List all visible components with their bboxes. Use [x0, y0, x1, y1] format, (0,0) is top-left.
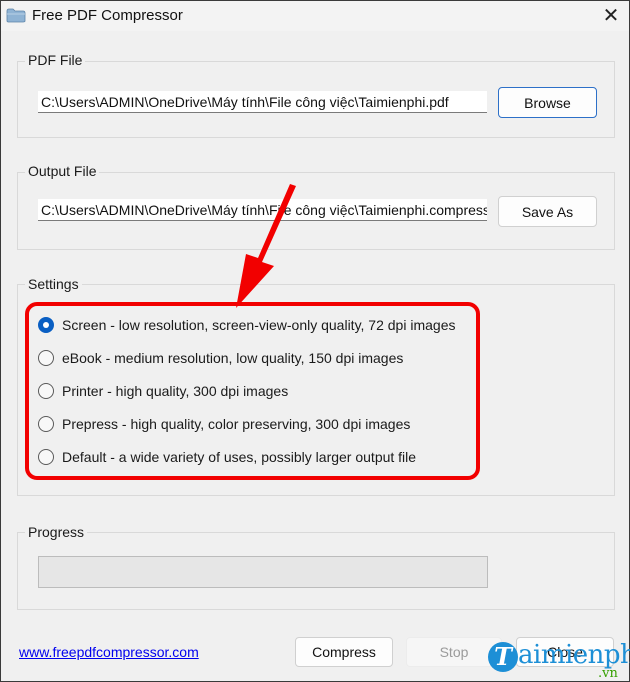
radio-button-icon[interactable]: [38, 383, 54, 399]
radio-button-checked-icon[interactable]: [38, 317, 54, 333]
radio-button-icon[interactable]: [38, 416, 54, 432]
browse-button[interactable]: Browse: [498, 87, 597, 118]
compress-button[interactable]: Compress: [295, 637, 393, 667]
save-as-button[interactable]: Save As: [498, 196, 597, 227]
pdf-file-group-label: PDF File: [25, 52, 86, 68]
settings-group-label: Settings: [25, 276, 82, 292]
radio-label: eBook - medium resolution, low quality, …: [62, 350, 404, 366]
radio-option-default[interactable]: Default - a wide variety of uses, possib…: [38, 446, 416, 468]
radio-label: Screen - low resolution, screen-view-onl…: [62, 317, 456, 333]
radio-option-prepress[interactable]: Prepress - high quality, color preservin…: [38, 413, 410, 435]
radio-label: Prepress - high quality, color preservin…: [62, 416, 411, 432]
website-link[interactable]: www.freepdfcompressor.com: [19, 644, 199, 660]
app-window: Free PDF Compressor ✕ PDF File C:\Users\…: [0, 0, 630, 682]
folder-icon: [6, 8, 26, 23]
pdf-file-input[interactable]: C:\Users\ADMIN\OneDrive\Máy tính\File cô…: [38, 91, 487, 113]
radio-label: Default - a wide variety of uses, possib…: [62, 449, 417, 465]
progress-bar: [38, 556, 488, 588]
radio-button-icon[interactable]: [38, 449, 54, 465]
close-window-button[interactable]: ✕: [599, 4, 623, 28]
title-bar: Free PDF Compressor ✕: [1, 1, 629, 31]
radio-option-printer[interactable]: Printer - high quality, 300 dpi images: [38, 380, 288, 402]
output-file-input[interactable]: C:\Users\ADMIN\OneDrive\Máy tính\File cô…: [38, 199, 487, 221]
progress-group-label: Progress: [25, 524, 88, 540]
radio-label: Printer - high quality, 300 dpi images: [62, 383, 289, 399]
stop-button[interactable]: Stop: [406, 637, 502, 667]
radio-option-screen[interactable]: Screen - low resolution, screen-view-onl…: [38, 314, 455, 336]
radio-button-icon[interactable]: [38, 350, 54, 366]
close-button[interactable]: Close: [516, 637, 614, 667]
output-file-group-label: Output File: [25, 163, 100, 179]
radio-option-ebook[interactable]: eBook - medium resolution, low quality, …: [38, 347, 403, 369]
window-title: Free PDF Compressor: [32, 7, 183, 24]
